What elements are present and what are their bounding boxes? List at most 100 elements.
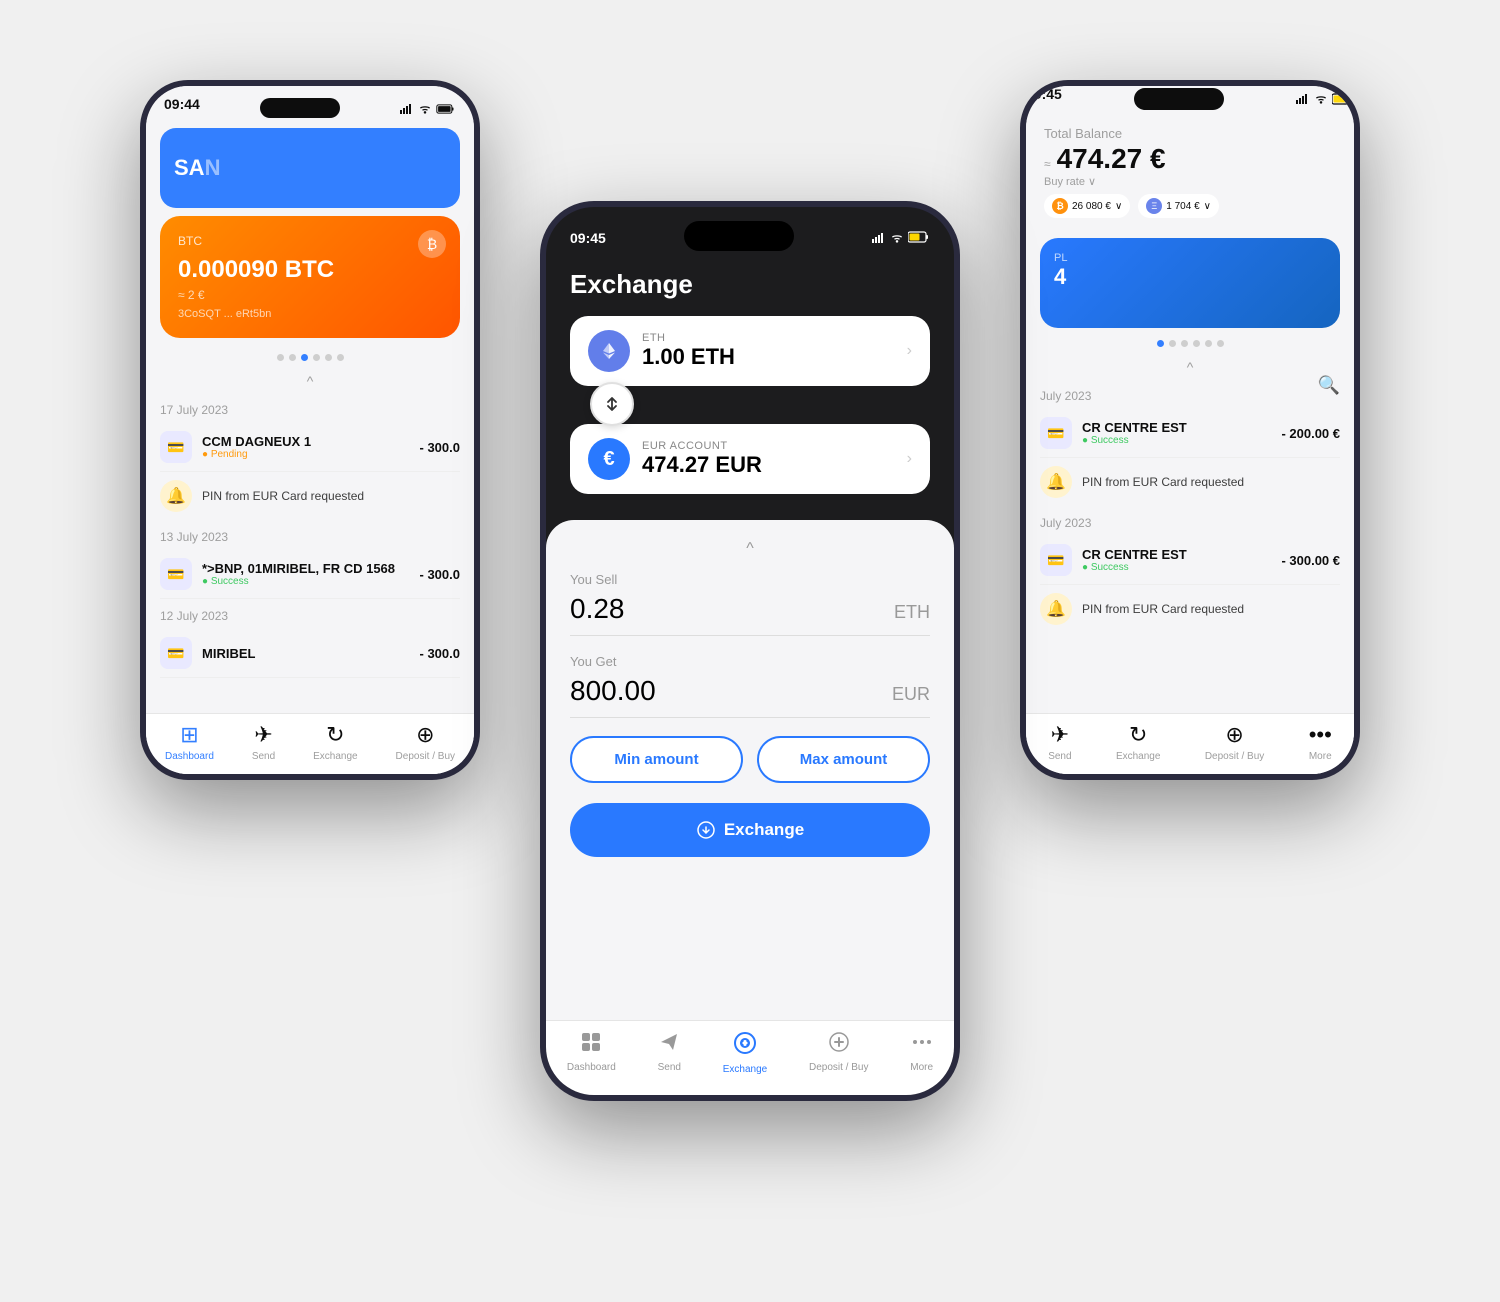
form-collapse-handle[interactable]: ^ bbox=[570, 540, 930, 558]
min-amount-button[interactable]: Min amount bbox=[570, 736, 743, 783]
right-signal-icon bbox=[1296, 93, 1310, 107]
dot-5 bbox=[325, 354, 332, 361]
center-tab-exchange[interactable]: Exchange bbox=[723, 1031, 767, 1075]
right-txn-icon-1: 💳 bbox=[1040, 417, 1072, 449]
exchange-icon: ↻ bbox=[326, 722, 344, 748]
right-dot-4 bbox=[1193, 340, 1200, 347]
center-tab-more[interactable]: More bbox=[910, 1031, 933, 1075]
you-sell-row[interactable]: 0.28 ETH bbox=[570, 593, 930, 636]
right-status-icons bbox=[1296, 86, 1354, 114]
btc-rate[interactable]: ₿ 26 080 € ∨ bbox=[1044, 194, 1130, 218]
right-card-label: PL bbox=[1054, 252, 1326, 264]
deposit-icon: ⊕ bbox=[416, 722, 434, 748]
right-tab-send[interactable]: ✈ Send bbox=[1048, 722, 1071, 762]
eur-label: EUR ACCOUNT bbox=[642, 440, 762, 452]
txn-amount-2: - 300.0 bbox=[420, 567, 460, 582]
amount-buttons: Min amount Max amount bbox=[570, 736, 930, 783]
swap-button[interactable] bbox=[590, 382, 634, 426]
txn-icon-3: 💳 bbox=[160, 637, 192, 669]
eur-card-info: EUR ACCOUNT 474.27 EUR bbox=[642, 440, 762, 478]
you-get-currency: EUR bbox=[892, 684, 930, 705]
left-phone-content: 09:44 SA N BTC 0.000090 BTC bbox=[146, 86, 474, 774]
center-tab-dashboard[interactable]: Dashboard bbox=[567, 1031, 616, 1075]
left-time: 09:44 bbox=[164, 96, 200, 124]
buy-rate-label: Buy rate bbox=[1044, 176, 1085, 188]
right-search-icon[interactable]: 🔍 bbox=[1318, 375, 1340, 396]
txn-icon-2: 💳 bbox=[160, 558, 192, 590]
right-txn-status-1: ● Success bbox=[1082, 435, 1271, 446]
eth-rate[interactable]: Ξ 1 704 € ∨ bbox=[1138, 194, 1219, 218]
buy-rate-row[interactable]: Buy rate ∨ bbox=[1044, 175, 1336, 188]
swap-container bbox=[570, 396, 930, 424]
right-battery-icon bbox=[1332, 93, 1354, 108]
notif-1: 🔔 PIN from EUR Card requested bbox=[160, 472, 460, 520]
notif-icon-1: 🔔 bbox=[160, 480, 192, 512]
you-sell-value[interactable]: 0.28 bbox=[570, 593, 625, 625]
right-txn-date-2: July 2023 bbox=[1040, 516, 1340, 530]
left-tab-bar: ⊞ Dashboard ✈ Send ↻ Exchange ⊕ Deposit … bbox=[146, 713, 474, 774]
center-tab-bar: Dashboard Send Exchang bbox=[546, 1020, 954, 1095]
eth-amount: 1.00 ETH bbox=[642, 344, 735, 370]
right-txn-item-1[interactable]: 💳 CR CENTRE EST ● Success - 200.00 € bbox=[1040, 409, 1340, 458]
btc-rate-chevron: ∨ bbox=[1115, 201, 1122, 212]
left-tab-exchange[interactable]: ↻ Exchange bbox=[313, 722, 357, 762]
txn-info-1: CCM DAGNEUX 1 ● Pending bbox=[202, 434, 410, 460]
right-time: 09:45 bbox=[1026, 86, 1062, 114]
right-tab-bar: ✈ Send ↻ Exchange ⊕ Deposit / Buy ••• Mo… bbox=[1026, 713, 1354, 774]
txn-date-3: 12 July 2023 bbox=[160, 609, 460, 623]
battery-icon bbox=[436, 103, 456, 117]
left-tab-send[interactable]: ✈ Send bbox=[252, 722, 275, 762]
right-tab-exchange[interactable]: ↻ Exchange bbox=[1116, 722, 1160, 762]
right-card-area: PL 4 bbox=[1026, 234, 1354, 332]
exchange-button[interactable]: Exchange bbox=[570, 803, 930, 857]
eur-amount: 474.27 EUR bbox=[642, 452, 762, 478]
send-icon: ✈ bbox=[254, 722, 272, 748]
right-txn-icon-2: 💳 bbox=[1040, 544, 1072, 576]
left-status-bar: 09:44 bbox=[146, 86, 474, 128]
btc-approx: ≈ 2 € bbox=[178, 288, 442, 302]
you-sell-currency: ETH bbox=[894, 602, 930, 623]
dot-2 bbox=[289, 354, 296, 361]
left-tab-deposit[interactable]: ⊕ Deposit / Buy bbox=[396, 722, 455, 762]
eur-coin-icon: € bbox=[588, 438, 630, 480]
center-tab-exchange-label: Exchange bbox=[723, 1064, 767, 1075]
right-tab-more[interactable]: ••• More bbox=[1309, 722, 1332, 762]
crypto-rates: ₿ 26 080 € ∨ Ξ 1 704 € ∨ bbox=[1044, 194, 1336, 218]
approx-sign: ≈ bbox=[1044, 157, 1051, 171]
center-tab-deposit[interactable]: Deposit / Buy bbox=[809, 1031, 868, 1075]
btc-card[interactable]: BTC 0.000090 BTC ≈ 2 € 3CoSQT ... eRt5bn… bbox=[160, 216, 460, 338]
right-header: Total Balance ≈ 474.27 € Buy rate ∨ ₿ 26… bbox=[1026, 116, 1354, 234]
btc-label: BTC bbox=[178, 234, 442, 248]
max-amount-button[interactable]: Max amount bbox=[757, 736, 930, 783]
txn-status-2: ● Success bbox=[202, 576, 410, 587]
center-time: 09:45 bbox=[570, 230, 606, 246]
right-wifi-icon bbox=[1314, 93, 1328, 107]
dot-1 bbox=[277, 354, 284, 361]
left-tab-dashboard[interactable]: ⊞ Dashboard bbox=[165, 722, 214, 762]
center-status-bar: 09:45 bbox=[546, 207, 954, 261]
left-status-icons bbox=[400, 96, 456, 124]
txn-item-miribel[interactable]: 💳 MIRIBEL - 300.0 bbox=[160, 629, 460, 678]
left-collapse-handle[interactable]: ^ bbox=[146, 373, 474, 389]
txn-item-ccm[interactable]: 💳 CCM DAGNEUX 1 ● Pending - 300.0 bbox=[160, 423, 460, 472]
center-tab-dashboard-label: Dashboard bbox=[567, 1062, 616, 1073]
you-get-row[interactable]: 800.00 EUR bbox=[570, 675, 930, 718]
right-blue-card[interactable]: PL 4 bbox=[1040, 238, 1340, 328]
eur-card-left: € EUR ACCOUNT 474.27 EUR bbox=[588, 438, 762, 480]
right-collapse-handle[interactable]: ^ bbox=[1026, 359, 1354, 375]
card-dots bbox=[146, 354, 474, 361]
eth-rate-value: 1 704 € bbox=[1166, 201, 1199, 212]
dot-6 bbox=[337, 354, 344, 361]
right-tab-deposit[interactable]: ⊕ Deposit / Buy bbox=[1205, 722, 1264, 762]
eth-card[interactable]: ETH 1.00 ETH › bbox=[570, 316, 930, 386]
eth-coin-icon bbox=[588, 330, 630, 372]
eur-card[interactable]: € EUR ACCOUNT 474.27 EUR › bbox=[570, 424, 930, 494]
you-get-value[interactable]: 800.00 bbox=[570, 675, 656, 707]
center-tab-send[interactable]: Send bbox=[658, 1031, 681, 1075]
left-tab-exchange-label: Exchange bbox=[313, 751, 357, 762]
left-tab-deposit-label: Deposit / Buy bbox=[396, 751, 455, 762]
txn-item-bnp[interactable]: 💳 *>BNP, 01MIRIBEL, FR CD 1568 ● Success… bbox=[160, 550, 460, 599]
eth-rate-chevron: ∨ bbox=[1204, 201, 1211, 212]
right-tab-send-label: Send bbox=[1048, 751, 1071, 762]
right-txn-item-2[interactable]: 💳 CR CENTRE EST ● Success - 300.00 € bbox=[1040, 536, 1340, 585]
